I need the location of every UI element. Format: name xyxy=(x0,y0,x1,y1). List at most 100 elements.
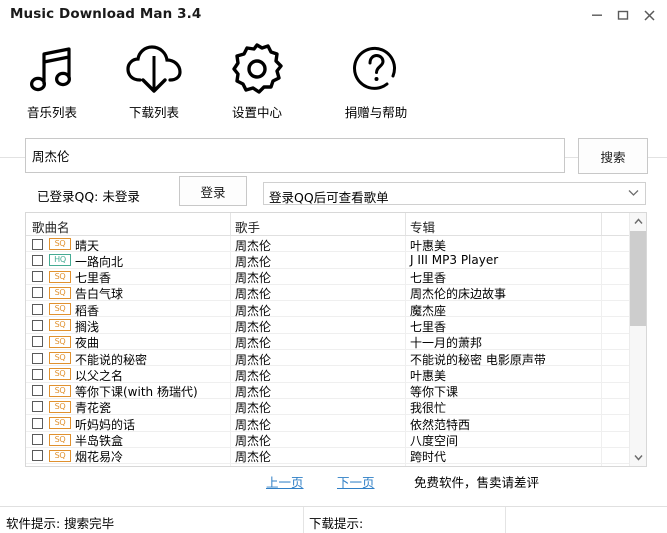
cell-song-title: 等你下课(with 杨瑞代) xyxy=(75,385,198,400)
table-row[interactable]: HQ 一路向北 周杰伦 J III MP3 Player xyxy=(26,252,630,269)
playlist-select[interactable]: 登录QQ后可查看歌单 xyxy=(263,182,646,205)
cell-album: 我很忙 xyxy=(410,401,447,416)
cell-song-title: 等你下课(合唱) xyxy=(75,465,156,466)
cell-divider xyxy=(230,398,231,416)
toolbar-item-donate-help[interactable]: 捐赠与帮助 xyxy=(324,38,428,121)
cell-album: 跨时代 xyxy=(410,450,447,465)
row-checkbox[interactable] xyxy=(32,271,43,283)
search-button[interactable]: 搜索 xyxy=(578,138,648,174)
row-checkbox[interactable] xyxy=(32,238,43,250)
scroll-up-button[interactable] xyxy=(630,213,646,230)
quality-badge: SQ xyxy=(49,368,71,381)
row-checkbox[interactable] xyxy=(32,434,43,446)
chevron-down-icon xyxy=(633,455,643,461)
table-row[interactable]: HQ 等你下课(合唱) 周杰伦 等你下课 xyxy=(26,464,630,467)
qq-login-status: 已登录QQ: 未登录 xyxy=(37,189,140,204)
cell-artist: 周杰伦 xyxy=(235,434,272,449)
cell-divider xyxy=(601,398,602,416)
row-checkbox[interactable] xyxy=(32,287,43,299)
row-checkbox[interactable] xyxy=(32,401,43,413)
status-bar: 软件提示: 搜索完毕 下载提示: xyxy=(0,506,667,533)
cell-album: J III MP3 Player xyxy=(410,252,499,267)
login-button[interactable]: 登录 xyxy=(179,176,247,206)
toolbar-item-label: 音乐列表 xyxy=(26,105,77,120)
playlist-select-label: 登录QQ后可查看歌单 xyxy=(269,190,389,205)
cell-artist: 周杰伦 xyxy=(235,271,272,286)
cell-artist: 周杰伦 xyxy=(235,417,272,432)
table-row[interactable]: SQ 青花瓷 周杰伦 我很忙 xyxy=(26,398,630,416)
cell-song-title: 听妈妈的话 xyxy=(75,417,136,432)
row-checkbox[interactable] xyxy=(32,319,43,331)
cell-divider xyxy=(405,366,406,383)
cell-divider xyxy=(601,252,602,269)
minimize-button[interactable] xyxy=(586,4,608,26)
cell-divider xyxy=(405,464,406,466)
main-toolbar: 音乐列表 下载列表 设置中心 捐赠与帮助 xyxy=(0,30,667,158)
table-row[interactable]: SQ 夜曲 周杰伦 十一月的萧邦 xyxy=(26,333,630,351)
cell-artist: 周杰伦 xyxy=(235,254,272,269)
column-header-title[interactable]: 歌曲名 xyxy=(32,217,70,236)
row-checkbox[interactable] xyxy=(32,352,43,364)
cell-divider xyxy=(405,317,406,334)
row-checkbox[interactable] xyxy=(32,385,43,397)
header-divider xyxy=(405,213,406,235)
cell-divider xyxy=(230,464,231,466)
header-divider xyxy=(601,213,602,235)
cell-divider xyxy=(601,431,602,448)
cell-divider xyxy=(405,284,406,302)
status-divider xyxy=(303,507,304,533)
cell-divider xyxy=(405,333,406,351)
row-checkbox[interactable] xyxy=(32,254,43,266)
cell-song-title: 晴天 xyxy=(75,238,100,253)
toolbar-item-label: 捐赠与帮助 xyxy=(344,105,408,120)
scrollbar-thumb[interactable] xyxy=(630,231,646,326)
quality-badge: SQ xyxy=(49,352,71,365)
table-row[interactable]: SQ 烟花易冷 周杰伦 跨时代 xyxy=(26,447,630,465)
table-row[interactable]: SQ 稻香 周杰伦 魔杰座 xyxy=(26,301,630,318)
cell-artist: 周杰伦 xyxy=(235,238,272,253)
row-checkbox[interactable] xyxy=(32,303,43,315)
scroll-down-button[interactable] xyxy=(630,449,646,466)
table-row[interactable]: SQ 以父之名 周杰伦 叶惠美 xyxy=(26,366,630,383)
cell-divider xyxy=(230,252,231,269)
cell-song-title: 告白气球 xyxy=(75,287,124,302)
cell-divider xyxy=(230,366,231,383)
quality-badge: SQ xyxy=(49,433,71,446)
header-divider xyxy=(230,213,231,235)
toolbar-item-music-list[interactable]: 音乐列表 xyxy=(0,38,104,121)
next-page-link[interactable]: 下一页 xyxy=(337,472,375,491)
close-button[interactable] xyxy=(638,4,660,26)
table-vertical-scrollbar[interactable] xyxy=(629,213,646,466)
table-row[interactable]: SQ 不能说的秘密 周杰伦 不能说的秘密 电影原声带 xyxy=(26,350,630,367)
window-title: Music Download Man 3.4 xyxy=(10,6,202,22)
cell-divider xyxy=(405,398,406,416)
row-checkbox[interactable] xyxy=(32,450,43,462)
cell-album: 等你下课 xyxy=(410,385,459,400)
cell-song-title: 稻香 xyxy=(75,303,100,318)
row-checkbox[interactable] xyxy=(32,417,43,429)
toolbar-item-settings[interactable]: 设置中心 xyxy=(205,38,309,121)
row-checkbox[interactable] xyxy=(32,336,43,348)
cell-artist: 周杰伦 xyxy=(235,303,272,318)
download-tip: 下载提示: xyxy=(309,516,364,531)
table-row[interactable]: SQ 搁浅 周杰伦 七里香 xyxy=(26,317,630,334)
quality-badge: SQ xyxy=(49,335,71,348)
column-header-artist[interactable]: 歌手 xyxy=(235,217,260,236)
cell-song-title: 夜曲 xyxy=(75,336,100,351)
quality-badge: HQ xyxy=(49,466,71,467)
search-input[interactable] xyxy=(25,138,565,173)
toolbar-item-download-list[interactable]: 下载列表 xyxy=(102,38,206,121)
column-header-album[interactable]: 专辑 xyxy=(410,217,435,236)
maximize-button[interactable] xyxy=(612,4,634,26)
table-row[interactable]: SQ 告白气球 周杰伦 周杰伦的床边故事 xyxy=(26,284,630,302)
cell-album: 八度空间 xyxy=(410,434,459,449)
cell-divider xyxy=(601,333,602,351)
table-row[interactable]: SQ 等你下课(with 杨瑞代) 周杰伦 等你下课 xyxy=(26,382,630,400)
table-row[interactable]: SQ 听妈妈的话 周杰伦 依然范特西 xyxy=(26,415,630,432)
row-checkbox[interactable] xyxy=(32,368,43,380)
table-row[interactable]: SQ 晴天 周杰伦 叶惠美 xyxy=(26,236,630,253)
table-row[interactable]: SQ 半岛铁盒 周杰伦 八度空间 xyxy=(26,431,630,449)
prev-page-link[interactable]: 上一页 xyxy=(266,472,304,491)
table-row[interactable]: SQ 七里香 周杰伦 七里香 xyxy=(26,268,630,286)
cell-album: 叶惠美 xyxy=(410,368,447,383)
